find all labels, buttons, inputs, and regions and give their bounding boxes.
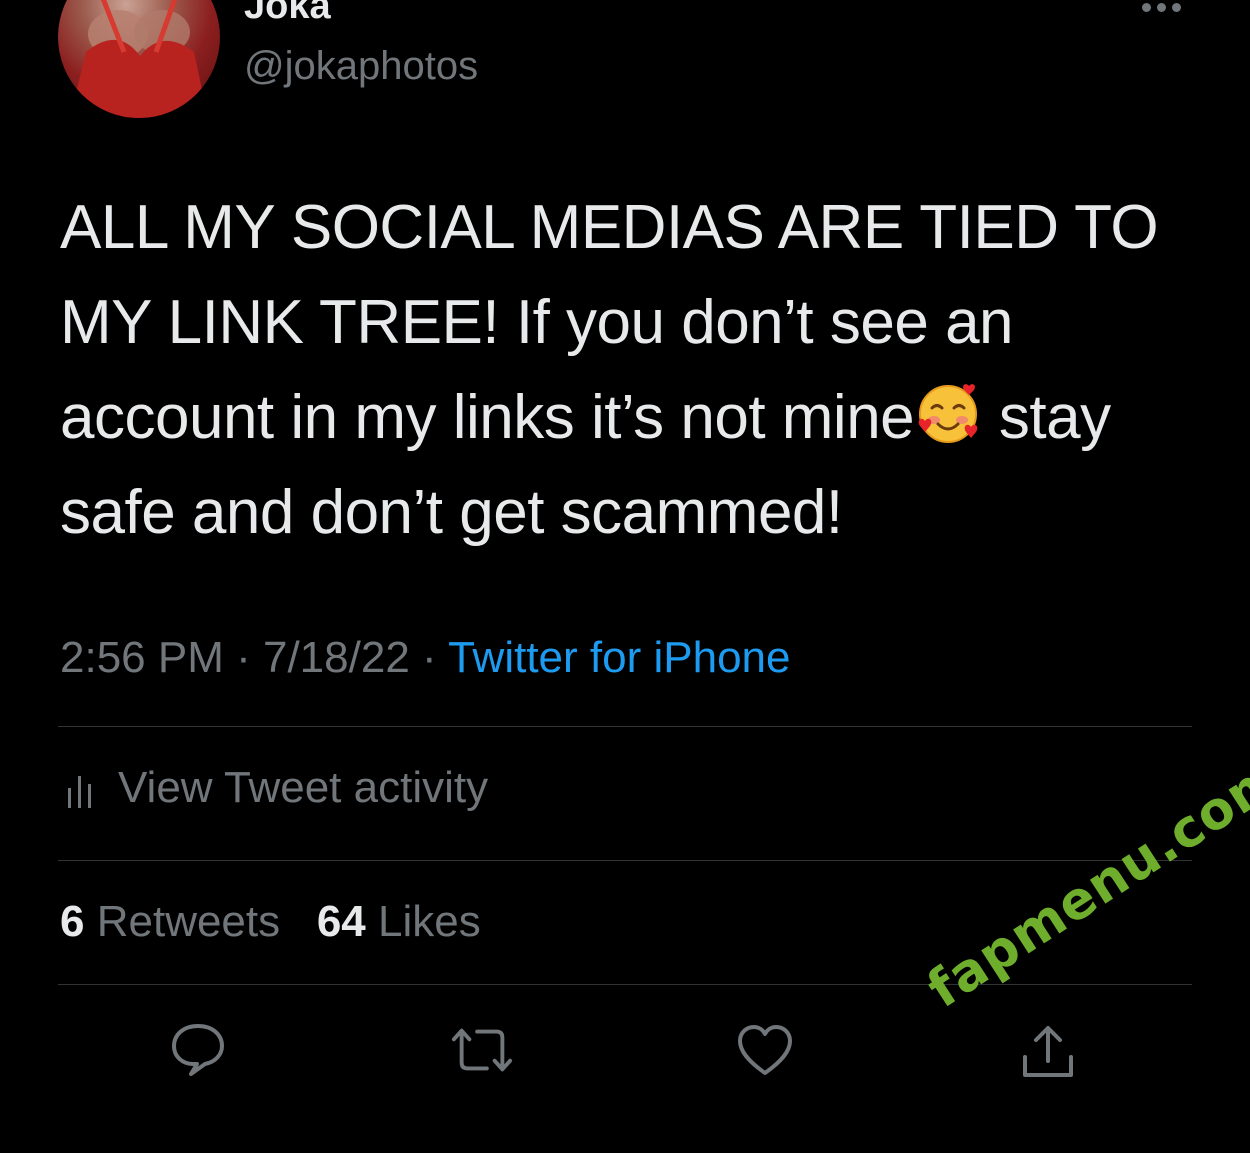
- tweet-detail-view: Joka @jokaphotos ALL MY SOCIAL MEDIAS AR…: [0, 0, 1250, 1153]
- smiling-face-with-hearts-icon: [918, 384, 978, 443]
- tweet-meta: 2:56 PM · 7/18/22 · Twitter for iPhone: [60, 630, 790, 686]
- retweet-arrows-icon: [451, 1028, 513, 1072]
- display-name[interactable]: Joka: [244, 0, 331, 28]
- view-tweet-activity-button[interactable]: View Tweet activity: [66, 758, 488, 818]
- share-button[interactable]: [1016, 1018, 1080, 1082]
- bar-chart-icon: [68, 776, 91, 808]
- tweet-stats: 6 Retweets 64 Likes: [60, 894, 481, 950]
- retweets-count: 6: [60, 897, 85, 946]
- likes-count: 64: [316, 897, 366, 946]
- meta-separator: ·: [409, 633, 449, 682]
- speech-bubble-icon: [172, 1024, 224, 1076]
- retweet-button[interactable]: [450, 1018, 514, 1082]
- retweets-stat[interactable]: 6 Retweets: [60, 897, 280, 946]
- divider: [58, 726, 1192, 727]
- tweet-text: ALL MY SOCIAL MEDIAS ARE TIED TO MY LINK…: [60, 180, 1200, 560]
- tweet-date: 7/18/22: [262, 633, 410, 682]
- like-button[interactable]: [733, 1018, 797, 1082]
- likes-stat[interactable]: 64 Likes: [317, 897, 481, 946]
- meta-separator: ·: [223, 633, 263, 682]
- profile-photo-icon: [70, 0, 208, 118]
- divider: [58, 860, 1192, 861]
- divider: [58, 984, 1192, 985]
- view-tweet-activity-label: View Tweet activity: [118, 763, 489, 812]
- avatar[interactable]: [58, 0, 220, 118]
- more-options-icon[interactable]: [1142, 0, 1188, 14]
- watermark: fapmenu.com: [917, 746, 1250, 1020]
- likes-label: Likes: [378, 897, 481, 946]
- retweets-label: Retweets: [96, 897, 281, 946]
- share-upload-icon: [1023, 1026, 1073, 1077]
- reply-button[interactable]: [166, 1018, 230, 1082]
- heart-icon: [738, 1025, 792, 1075]
- tweet-source-link[interactable]: Twitter for iPhone: [448, 633, 790, 682]
- user-handle[interactable]: @jokaphotos: [244, 42, 478, 90]
- tweet-time: 2:56 PM: [60, 633, 224, 682]
